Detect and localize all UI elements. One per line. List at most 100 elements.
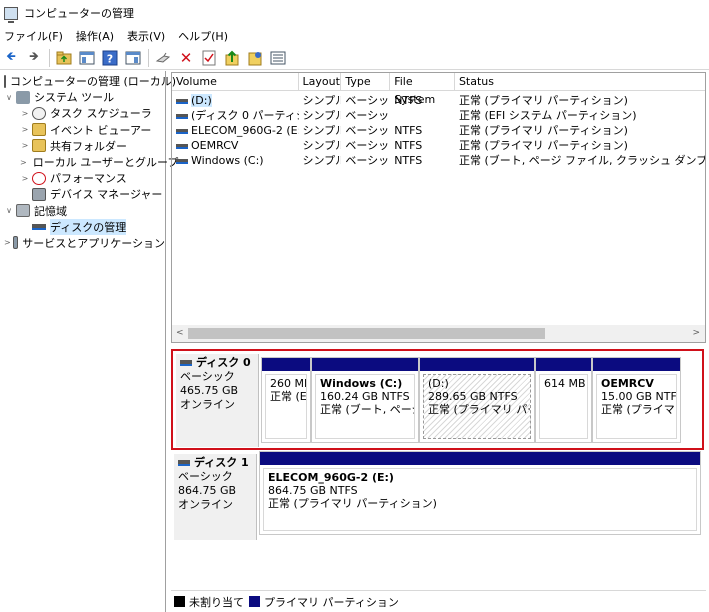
- tree-expander[interactable]: >: [4, 238, 11, 247]
- partition-efi[interactable]: 260 MB正常 (EF: [261, 357, 311, 443]
- disk-management-icon: [32, 223, 46, 230]
- help-icon[interactable]: ?: [101, 49, 119, 67]
- volume-row[interactable]: (ディスク 0 パーティション 1) シンプル ベーシック 正常 (EFI シス…: [172, 108, 705, 123]
- menu-action[interactable]: 操作(A): [76, 28, 114, 44]
- tree-expander[interactable]: >: [20, 141, 30, 150]
- volume-status: 正常 (プライマリ パーティション): [458, 139, 628, 152]
- menu-view[interactable]: 表示(V): [127, 28, 165, 44]
- tree-item-label: ローカル ユーザーとグループ: [32, 156, 179, 170]
- scroll-left-icon[interactable]: <: [176, 328, 184, 338]
- tree-item-system-tools[interactable]: ∨ システム ツール: [0, 89, 165, 105]
- shared-folder-icon: [32, 139, 46, 153]
- tree-item-event-viewer[interactable]: > イベント ビューアー: [0, 122, 165, 138]
- volume-row[interactable]: Windows (C:) シンプル ベーシック NTFS 正常 (ブート, ペー…: [172, 153, 705, 168]
- partition-oemrcv[interactable]: OEMRCV15.00 GB NTFS正常 (プライマリ パ: [592, 357, 681, 443]
- volume-row[interactable]: OEMRCV シンプル ベーシック NTFS 正常 (プライマリ パーティション…: [172, 138, 705, 153]
- column-header-file-system[interactable]: File System: [390, 73, 455, 106]
- scrollbar-thumb[interactable]: [188, 328, 545, 339]
- details-icon[interactable]: [269, 49, 287, 67]
- partition-name: (D:): [428, 377, 449, 390]
- horizontal-scrollbar[interactable]: < >: [172, 325, 705, 342]
- title-bar: コンピューターの管理: [0, 0, 709, 26]
- volume-icon: [176, 98, 188, 104]
- partition-windows-c[interactable]: Windows (C:)160.24 GB NTFS正常 (ブート, ページ フ…: [311, 357, 419, 443]
- computer-icon: [4, 74, 6, 88]
- partition-status: 正常 (EF: [270, 390, 307, 403]
- disk-size: 864.75 GB: [178, 484, 237, 497]
- volume-status: 正常 (プライマリ パーティション): [458, 124, 628, 137]
- navigation-tree: コンピューターの管理 (ローカル) ∨ システム ツール > タスク スケジュー…: [0, 71, 178, 612]
- partition-status: 正常 (プライマリ パーティション): [268, 497, 437, 510]
- partition-size: 864.75 GB NTFS: [268, 484, 358, 497]
- volume-layout: シンプル: [302, 139, 342, 152]
- up-folder-icon[interactable]: [55, 49, 73, 67]
- device-manager-icon: [32, 187, 46, 201]
- tree-item-services-applications[interactable]: > サービスとアプリケーション: [0, 235, 165, 251]
- column-header-volume[interactable]: Volume: [172, 73, 299, 90]
- properties-icon[interactable]: [124, 49, 142, 67]
- show-hide-tree-icon[interactable]: [78, 49, 96, 67]
- volume-layout: シンプル: [302, 124, 342, 137]
- volume-type: ベーシック: [345, 124, 390, 137]
- import-icon[interactable]: [223, 49, 241, 67]
- tree-expander[interactable]: ∨: [4, 206, 14, 215]
- connect-icon[interactable]: [154, 49, 172, 67]
- column-header-status[interactable]: Status: [455, 73, 705, 90]
- disk-1-panel[interactable]: ディスク 1 ベーシック 864.75 GB オンライン ELECOM_960G…: [171, 451, 704, 541]
- volume-type: ベーシック: [345, 109, 390, 122]
- forward-icon[interactable]: 🡺: [25, 49, 43, 67]
- disk-0-panel[interactable]: ディスク 0 ベーシック 465.75 GB オンライン 260 MB正常 (E…: [171, 349, 704, 450]
- volume-file-system: [390, 108, 455, 123]
- tree-item-disk-management[interactable]: ディスクの管理: [0, 218, 165, 235]
- tree-item-task-scheduler[interactable]: > タスク スケジューラ: [0, 105, 165, 121]
- menu-file[interactable]: ファイル(F): [4, 28, 63, 44]
- tree-item-device-manager[interactable]: デバイス マネージャー: [0, 186, 165, 202]
- tree-item-label: デバイス マネージャー: [50, 188, 163, 202]
- partition-status: 正常 (プライマリ パ: [601, 403, 676, 416]
- clock-icon: [32, 106, 46, 120]
- tree-item-label: 共有フォルダー: [50, 139, 127, 153]
- scroll-right-icon[interactable]: >: [692, 328, 700, 338]
- tree-expander[interactable]: >: [20, 109, 30, 118]
- volume-status: 正常 (EFI システム パーティション): [458, 109, 637, 122]
- disk-type: ベーシック: [178, 470, 233, 483]
- partition-status: 正常 (ブート, ページ ファ: [320, 403, 414, 416]
- tree-item-performance[interactable]: > パフォーマンス: [0, 170, 165, 186]
- volume-icon: [176, 128, 188, 134]
- partition-d[interactable]: (D:)289.65 GB NTFS正常 (プライマリ パーティシ: [419, 357, 535, 443]
- tree-item-local-users-groups[interactable]: > ローカル ユーザーとグループ: [0, 154, 178, 170]
- tree-expander[interactable]: >: [20, 125, 30, 134]
- tree-expander[interactable]: ∨: [4, 93, 14, 102]
- tree-item-shared-folders[interactable]: > 共有フォルダー: [0, 138, 165, 154]
- volume-list-header: Volume Layout Type File System Status: [172, 73, 705, 106]
- window-title: コンピューターの管理: [24, 7, 134, 20]
- export-icon[interactable]: [246, 49, 264, 67]
- disk-state: オンライン: [180, 398, 235, 411]
- volume-row[interactable]: ELECOM_960G-2 (E:) シンプル ベーシック NTFS 正常 (プ…: [172, 123, 705, 138]
- partition-size: 614 MB: [544, 377, 586, 390]
- volume-status: 正常 (プライマリ パーティション): [458, 94, 628, 107]
- tree-expander[interactable]: >: [20, 158, 27, 167]
- tree-item-computer-management[interactable]: コンピューターの管理 (ローカル): [0, 73, 176, 89]
- partition-recovery[interactable]: 614 MB: [535, 357, 592, 443]
- toolbar-separator: [49, 48, 50, 67]
- column-header-type[interactable]: Type: [341, 73, 391, 90]
- check-icon[interactable]: [200, 49, 218, 67]
- partition-status: 正常 (プライマリ パーティシ: [428, 403, 530, 416]
- disk-graphical-view: ディスク 0 ベーシック 465.75 GB オンライン 260 MB正常 (E…: [171, 349, 706, 589]
- back-icon[interactable]: 🡸: [2, 49, 20, 67]
- tree-item-storage[interactable]: ∨ 記憶域: [0, 203, 165, 219]
- partition-size: 15.00 GB NTFS: [601, 390, 677, 403]
- disk-0-info[interactable]: ディスク 0 ベーシック 465.75 GB オンライン: [176, 354, 259, 447]
- volume-layout: シンプル: [302, 94, 342, 107]
- services-icon: [12, 236, 19, 250]
- volume-row[interactable]: (D:) シンプル ベーシック NTFS 正常 (プライマリ パーティション): [172, 93, 705, 108]
- partition-elecom-e[interactable]: ELECOM_960G-2 (E:) 864.75 GB NTFS 正常 (プライマ…: [259, 451, 701, 535]
- menu-help[interactable]: ヘルプ(H): [178, 28, 228, 44]
- tree-item-label: システム ツール: [34, 91, 115, 105]
- column-header-layout[interactable]: Layout: [299, 73, 342, 90]
- delete-icon[interactable]: ✕: [177, 49, 195, 67]
- tree-expander[interactable]: >: [20, 174, 30, 183]
- disk-1-info[interactable]: ディスク 1 ベーシック 864.75 GB オンライン: [174, 454, 257, 540]
- legend-unallocated-swatch: [174, 596, 185, 607]
